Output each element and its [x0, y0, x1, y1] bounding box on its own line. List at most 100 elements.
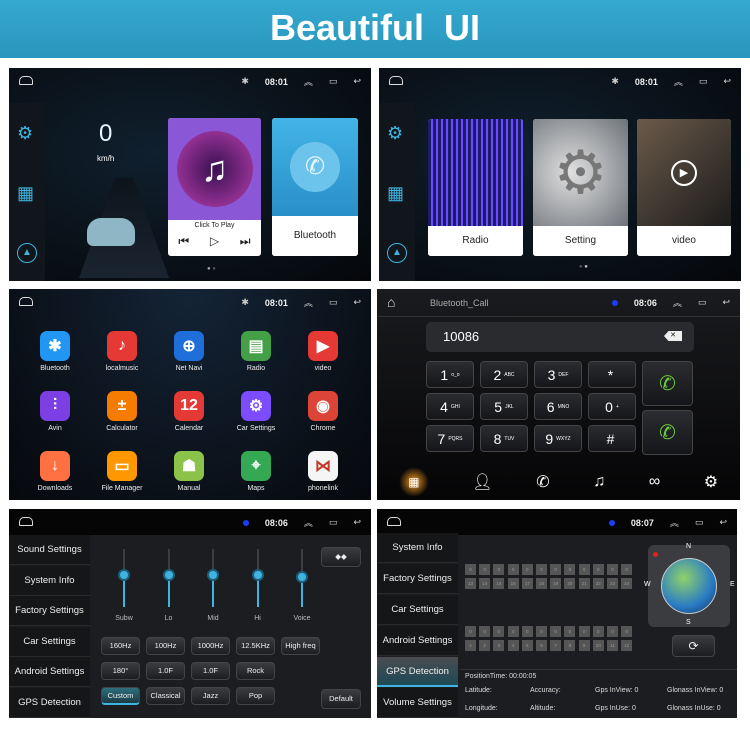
home-icon[interactable]: ⌂: [387, 294, 395, 310]
app-manual[interactable]: ☗ Manual: [159, 451, 219, 492]
slider-mid[interactable]: [207, 549, 219, 607]
link-icon[interactable]: ∞: [649, 473, 660, 491]
app-localmusic[interactable]: ♪ localmusic: [92, 331, 152, 372]
call-button[interactable]: ✆: [642, 361, 693, 406]
menu-gps-detection[interactable]: GPS Detection: [9, 687, 90, 718]
gear-icon[interactable]: ⚙: [704, 472, 718, 492]
app-file-manager[interactable]: ▭ File Manager: [92, 451, 152, 492]
preset-button-jazz[interactable]: Jazz: [191, 687, 230, 705]
slider-lo[interactable]: [162, 549, 175, 607]
recent-apps-icon[interactable]: ▭: [329, 297, 338, 308]
app-phonelink[interactable]: ⋈ phonelink: [293, 451, 353, 492]
expand-icon[interactable]: ︽: [304, 75, 313, 88]
slider-knob[interactable]: [296, 570, 308, 583]
settings-icon[interactable]: ⚙: [387, 123, 403, 144]
slider-voice[interactable]: [296, 549, 308, 607]
preset-button-160hz[interactable]: 160Hz: [101, 637, 140, 655]
recent-apps-icon[interactable]: ▭: [329, 517, 338, 528]
menu-system-info[interactable]: System Info: [9, 565, 90, 596]
dial-key-7[interactable]: 7 PQRS: [426, 425, 474, 452]
dial-key-1[interactable]: 1 ᴏ_ᴏ: [426, 361, 474, 388]
slider-knob[interactable]: [207, 568, 219, 581]
hangup-button[interactable]: ✆: [642, 410, 693, 455]
recent-apps-icon[interactable]: ▭: [698, 297, 707, 308]
radio-card[interactable]: Radio: [428, 119, 523, 256]
slider-knob[interactable]: [162, 568, 175, 581]
previous-track-icon[interactable]: ⏮: [178, 234, 189, 249]
preset-button-1000hz[interactable]: 1000Hz: [191, 637, 230, 655]
dial-key-9[interactable]: 9 WXYZ: [534, 425, 582, 452]
balance-button[interactable]: ◆◆: [321, 547, 361, 567]
refresh-button[interactable]: ⟳: [672, 635, 715, 657]
app-net-navi[interactable]: ⊕ Net Navi: [159, 331, 219, 372]
preset-button-10f[interactable]: 1.0F: [146, 662, 185, 680]
dial-key-5[interactable]: 5 JKL: [480, 393, 528, 420]
preset-button-custom[interactable]: Custom: [101, 687, 140, 705]
contacts-icon[interactable]: 👤︎: [472, 472, 492, 492]
click-to-play[interactable]: Click To Play: [168, 222, 261, 229]
dial-key-8[interactable]: 8 TUV: [480, 425, 528, 452]
dial-key-3[interactable]: 3 DEF: [534, 361, 582, 388]
default-button[interactable]: Default: [321, 689, 361, 709]
app-car-settings[interactable]: ⚙ Car Settings: [226, 391, 286, 432]
apps-grid-icon[interactable]: ▦: [17, 183, 34, 204]
app-calculator[interactable]: ± Calculator: [92, 391, 152, 432]
back-icon[interactable]: ↩: [353, 517, 361, 528]
dial-key-4[interactable]: 4 GHI: [426, 393, 474, 420]
slider-knob[interactable]: [118, 568, 130, 581]
app-calendar[interactable]: 12 Calendar: [159, 391, 219, 432]
preset-button-10f[interactable]: 1.0F: [191, 662, 230, 680]
navigation-icon[interactable]: ▲: [17, 243, 37, 263]
app-bluetooth[interactable]: ✱ Bluetooth: [25, 331, 85, 372]
dial-key-*[interactable]: *: [588, 361, 636, 388]
menu-factory-settings[interactable]: Factory Settings: [9, 596, 90, 626]
settings-icon[interactable]: ⚙: [17, 123, 33, 144]
number-display[interactable]: 10086 ✕: [426, 322, 694, 352]
dial-key-#[interactable]: #: [588, 425, 636, 452]
recent-apps-icon[interactable]: ▭: [695, 517, 704, 528]
expand-icon[interactable]: ︽: [674, 75, 683, 88]
home-icon[interactable]: [19, 297, 33, 306]
preset-button-highfreq[interactable]: High freq: [281, 637, 320, 655]
music-card[interactable]: ♫ Click To Play ⏮ ▷ ⏭: [168, 118, 261, 256]
video-card[interactable]: ▶ video: [637, 119, 731, 256]
backspace-icon[interactable]: ✕: [664, 331, 682, 341]
menu-system-info[interactable]: System Info: [377, 533, 458, 563]
preset-button-100hz[interactable]: 100Hz: [146, 637, 185, 655]
menu-car-settings[interactable]: Car Settings: [377, 595, 458, 625]
preset-button-rock[interactable]: Rock: [236, 662, 275, 680]
recent-apps-icon[interactable]: ▭: [699, 76, 708, 87]
slider-knob[interactable]: [251, 568, 264, 581]
home-icon[interactable]: [19, 517, 33, 526]
slider-subw[interactable]: [118, 549, 130, 607]
expand-icon[interactable]: ︽: [304, 296, 313, 309]
app-video[interactable]: ▶ video: [293, 331, 353, 372]
app-maps[interactable]: ⌖ Maps: [226, 451, 286, 492]
app-chrome[interactable]: ◉ Chrome: [293, 391, 353, 432]
play-icon[interactable]: ▷: [210, 234, 219, 249]
app-downloads[interactable]: ↓ Downloads: [25, 451, 85, 492]
call-log-icon[interactable]: ✆: [536, 472, 549, 492]
menu-sound-settings[interactable]: Sound Settings: [9, 535, 90, 565]
dial-key-0[interactable]: 0 +: [588, 393, 636, 420]
preset-button-pop[interactable]: Pop: [236, 687, 275, 705]
home-icon[interactable]: [387, 517, 401, 526]
back-icon[interactable]: ↩: [719, 517, 727, 528]
next-track-icon[interactable]: ⏭: [240, 234, 251, 249]
back-icon[interactable]: ↩: [722, 297, 730, 308]
recent-apps-icon[interactable]: ▭: [329, 76, 338, 87]
home-icon[interactable]: [389, 76, 403, 85]
back-icon[interactable]: ↩: [353, 76, 361, 87]
menu-factory-settings[interactable]: Factory Settings: [377, 564, 458, 594]
preset-button-180[interactable]: 180°: [101, 662, 140, 680]
dial-key-6[interactable]: 6 MNO: [534, 393, 582, 420]
dialpad-icon[interactable]: ▦: [398, 467, 429, 497]
menu-gps-detection[interactable]: GPS Detection: [377, 657, 458, 687]
app-avin[interactable]: ⫶ Avin: [25, 391, 85, 432]
menu-android-settings[interactable]: Android Settings: [377, 626, 458, 656]
music-icon[interactable]: ♫: [593, 473, 605, 491]
setting-card[interactable]: ⚙ Setting: [533, 119, 628, 256]
bluetooth-card[interactable]: ✆ Bluetooth: [272, 118, 358, 256]
back-icon[interactable]: ↩: [723, 76, 731, 87]
menu-android-settings[interactable]: Android Settings: [9, 657, 90, 687]
